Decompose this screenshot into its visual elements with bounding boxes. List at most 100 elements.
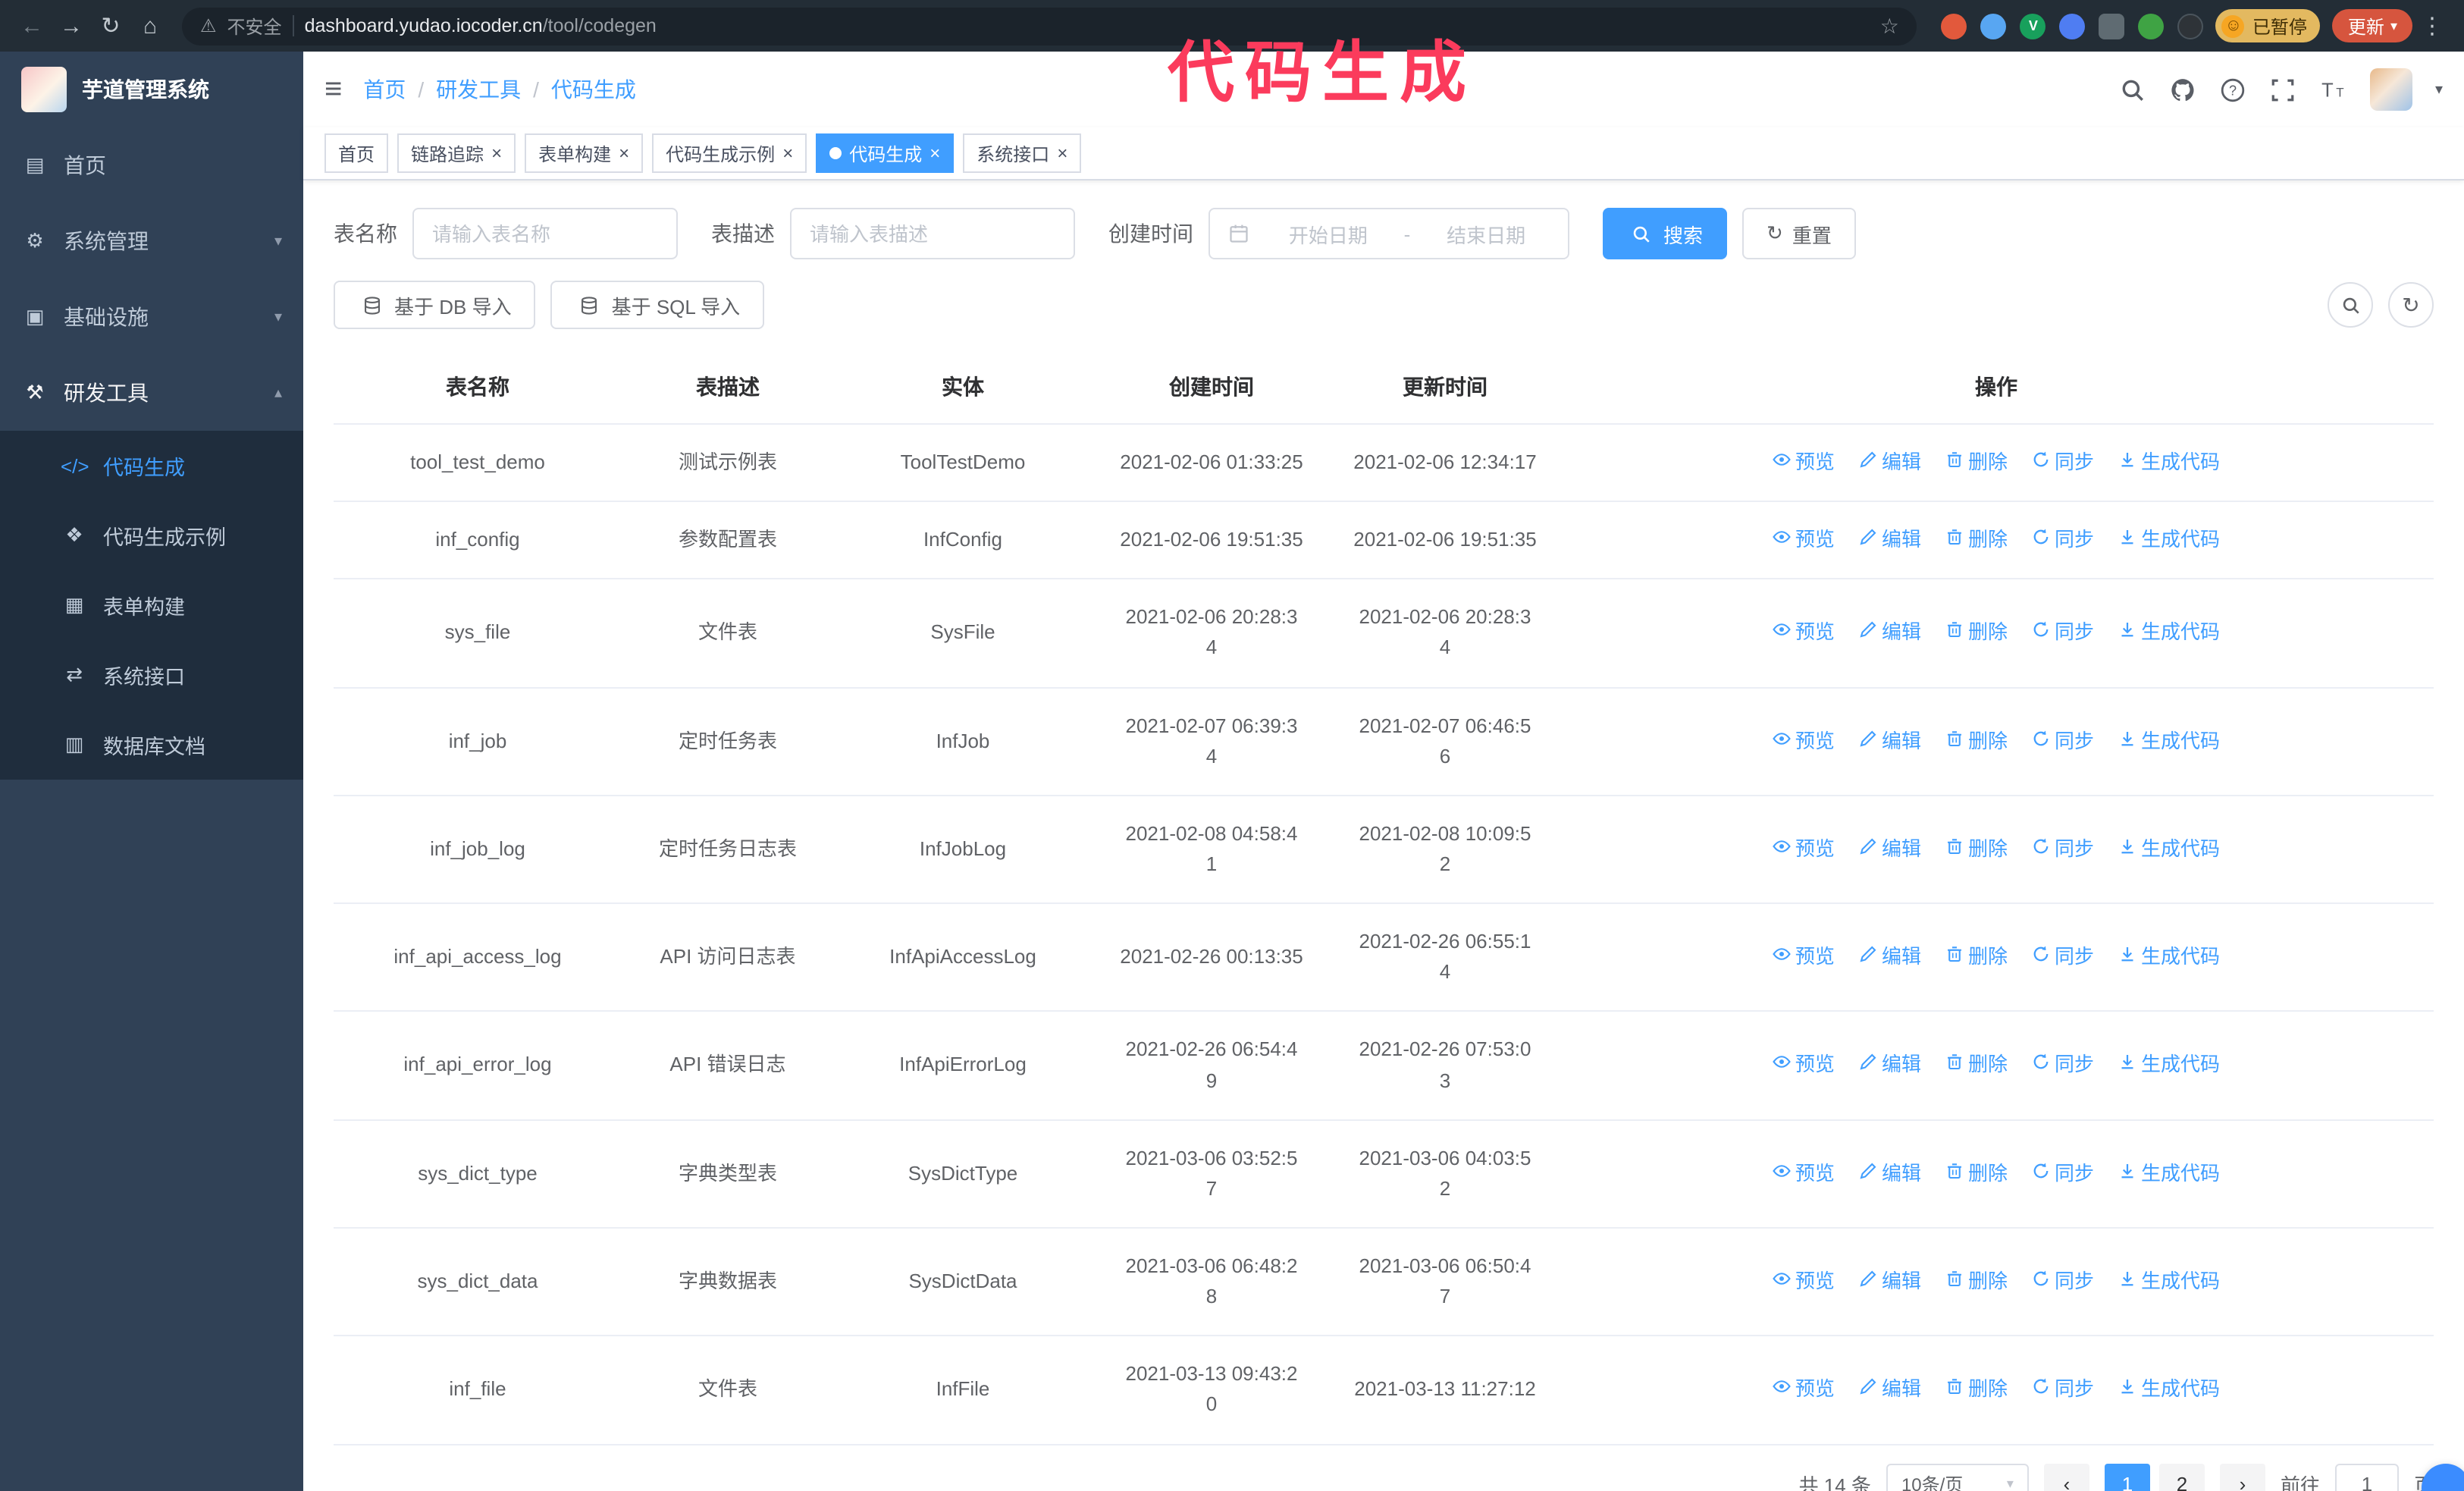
tag-tracer[interactable]: 链路追踪 × xyxy=(397,133,516,173)
op-generate-code-link[interactable]: 生成代码 xyxy=(2118,834,2220,865)
sidebar-item-codegen-example[interactable]: ❖ 代码生成示例 xyxy=(0,501,303,570)
hamburger-icon[interactable]: ≡ xyxy=(324,72,342,107)
op-delete-link[interactable]: 删除 xyxy=(1945,834,2008,865)
back-button[interactable]: ← xyxy=(12,13,52,39)
prev-page-button[interactable]: ‹ xyxy=(2043,1463,2089,1491)
close-icon[interactable]: × xyxy=(491,144,502,162)
op-edit-link[interactable]: 编辑 xyxy=(1859,618,1921,648)
op-sync-link[interactable]: 同步 xyxy=(2032,525,2094,555)
close-icon[interactable]: × xyxy=(782,144,793,162)
op-sync-link[interactable]: 同步 xyxy=(2032,834,2094,865)
reset-button[interactable]: ↻ 重置 xyxy=(1742,208,1856,259)
sidebar-item-devtools[interactable]: ⚒ 研发工具 ▴ xyxy=(0,355,303,431)
sidebar-item-infra[interactable]: ▣ 基础设施 ▾ xyxy=(0,279,303,355)
op-delete-link[interactable]: 删除 xyxy=(1945,447,2008,478)
font-size-icon[interactable]: TT xyxy=(2320,76,2347,103)
op-generate-code-link[interactable]: 生成代码 xyxy=(2118,525,2220,555)
op-preview-link[interactable]: 预览 xyxy=(1773,1159,1835,1189)
op-delete-link[interactable]: 删除 xyxy=(1945,1159,2008,1189)
tag-form-builder[interactable]: 表单构建 × xyxy=(525,133,644,173)
reload-button[interactable]: ↻ xyxy=(91,12,130,39)
op-delete-link[interactable]: 删除 xyxy=(1945,1050,2008,1081)
op-generate-code-link[interactable]: 生成代码 xyxy=(2118,447,2220,478)
op-edit-link[interactable]: 编辑 xyxy=(1859,834,1921,865)
op-preview-link[interactable]: 预览 xyxy=(1773,726,1835,756)
tag-home[interactable]: 首页 xyxy=(324,133,389,173)
import-db-button[interactable]: 基于 DB 导入 xyxy=(334,281,536,329)
op-generate-code-link[interactable]: 生成代码 xyxy=(2118,1267,2220,1297)
fullscreen-icon[interactable] xyxy=(2270,76,2297,103)
op-preview-link[interactable]: 预览 xyxy=(1773,447,1835,478)
search-button[interactable]: 搜索 xyxy=(1603,208,1728,259)
forward-button[interactable]: → xyxy=(52,13,91,39)
goto-page-input[interactable] xyxy=(2334,1463,2399,1491)
op-edit-link[interactable]: 编辑 xyxy=(1859,1375,1921,1405)
table-desc-input[interactable] xyxy=(790,208,1075,259)
tag-codegen[interactable]: 代码生成 × xyxy=(816,133,955,173)
toggle-search-button[interactable] xyxy=(2328,282,2373,328)
date-range-picker[interactable]: 开始日期 - 结束日期 xyxy=(1208,208,1569,259)
bookmark-star-icon[interactable]: ☆ xyxy=(1880,13,1899,39)
page-size-select[interactable]: 10条/页 ▾ xyxy=(1886,1463,2029,1491)
op-generate-code-link[interactable]: 生成代码 xyxy=(2118,1159,2220,1189)
op-edit-link[interactable]: 编辑 xyxy=(1859,1050,1921,1081)
extension-icon-6[interactable] xyxy=(2138,13,2165,39)
search-icon[interactable] xyxy=(2120,76,2147,103)
op-sync-link[interactable]: 同步 xyxy=(2032,1050,2094,1081)
op-generate-code-link[interactable]: 生成代码 xyxy=(2118,726,2220,756)
op-preview-link[interactable]: 预览 xyxy=(1773,942,1835,972)
sidebar-item-api[interactable]: ⇄ 系统接口 xyxy=(0,640,303,710)
tag-api[interactable]: 系统接口 × xyxy=(963,133,1082,173)
op-preview-link[interactable]: 预览 xyxy=(1773,1050,1835,1081)
op-delete-link[interactable]: 删除 xyxy=(1945,1375,2008,1405)
op-sync-link[interactable]: 同步 xyxy=(2032,1267,2094,1297)
home-button[interactable]: ⌂ xyxy=(130,13,170,39)
extension-icon-4[interactable] xyxy=(2059,13,2086,39)
op-generate-code-link[interactable]: 生成代码 xyxy=(2118,1050,2220,1081)
extension-icon-3[interactable]: V xyxy=(2020,13,2046,39)
extension-icon-5[interactable] xyxy=(2099,13,2125,39)
op-edit-link[interactable]: 编辑 xyxy=(1859,1267,1921,1297)
browser-menu-kebab-icon[interactable]: ⋮ xyxy=(2412,12,2452,39)
sidebar-item-db-doc[interactable]: ▥ 数据库文档 xyxy=(0,710,303,780)
import-sql-button[interactable]: 基于 SQL 导入 xyxy=(550,281,765,329)
close-icon[interactable]: × xyxy=(1057,144,1067,162)
extensions-puzzle-icon[interactable] xyxy=(2177,13,2204,39)
op-delete-link[interactable]: 删除 xyxy=(1945,618,2008,648)
op-delete-link[interactable]: 删除 xyxy=(1945,942,2008,972)
help-icon[interactable]: ? xyxy=(2220,76,2247,103)
close-icon[interactable]: × xyxy=(619,144,629,162)
op-sync-link[interactable]: 同步 xyxy=(2032,618,2094,648)
table-name-input[interactable] xyxy=(412,208,678,259)
op-generate-code-link[interactable]: 生成代码 xyxy=(2118,942,2220,972)
extension-icon-2[interactable] xyxy=(1980,13,2007,39)
sidebar-item-codegen[interactable]: </> 代码生成 xyxy=(0,431,303,501)
op-preview-link[interactable]: 预览 xyxy=(1773,1375,1835,1405)
sidebar-item-home[interactable]: ▤ 首页 xyxy=(0,127,303,203)
sidebar-item-form-builder[interactable]: ▦ 表单构建 xyxy=(0,570,303,640)
refresh-button[interactable]: ↻ xyxy=(2388,282,2434,328)
op-sync-link[interactable]: 同步 xyxy=(2032,726,2094,756)
github-icon[interactable] xyxy=(2170,76,2197,103)
address-bar[interactable]: ⚠ 不安全 dashboard.yudao.iocoder.cn/tool/co… xyxy=(182,7,1917,45)
avatar-caret-icon[interactable]: ▾ xyxy=(2435,81,2443,98)
op-sync-link[interactable]: 同步 xyxy=(2032,447,2094,478)
op-delete-link[interactable]: 删除 xyxy=(1945,525,2008,555)
op-delete-link[interactable]: 删除 xyxy=(1945,726,2008,756)
sidebar-item-system[interactable]: ⚙ 系统管理 ▾ xyxy=(0,203,303,279)
op-preview-link[interactable]: 预览 xyxy=(1773,525,1835,555)
security-label[interactable]: 不安全 xyxy=(227,13,282,39)
page-button-2[interactable]: 2 xyxy=(2158,1463,2205,1491)
breadcrumb-item-1[interactable]: 首页 xyxy=(363,74,406,105)
op-sync-link[interactable]: 同步 xyxy=(2032,942,2094,972)
op-generate-code-link[interactable]: 生成代码 xyxy=(2118,618,2220,648)
op-edit-link[interactable]: 编辑 xyxy=(1859,1159,1921,1189)
op-generate-code-link[interactable]: 生成代码 xyxy=(2118,1375,2220,1405)
op-edit-link[interactable]: 编辑 xyxy=(1859,726,1921,756)
breadcrumb-item-2[interactable]: 研发工具 xyxy=(436,74,521,105)
op-preview-link[interactable]: 预览 xyxy=(1773,1267,1835,1297)
user-avatar[interactable] xyxy=(2369,68,2412,111)
op-preview-link[interactable]: 预览 xyxy=(1773,834,1835,865)
op-sync-link[interactable]: 同步 xyxy=(2032,1375,2094,1405)
close-icon[interactable]: × xyxy=(929,144,940,162)
